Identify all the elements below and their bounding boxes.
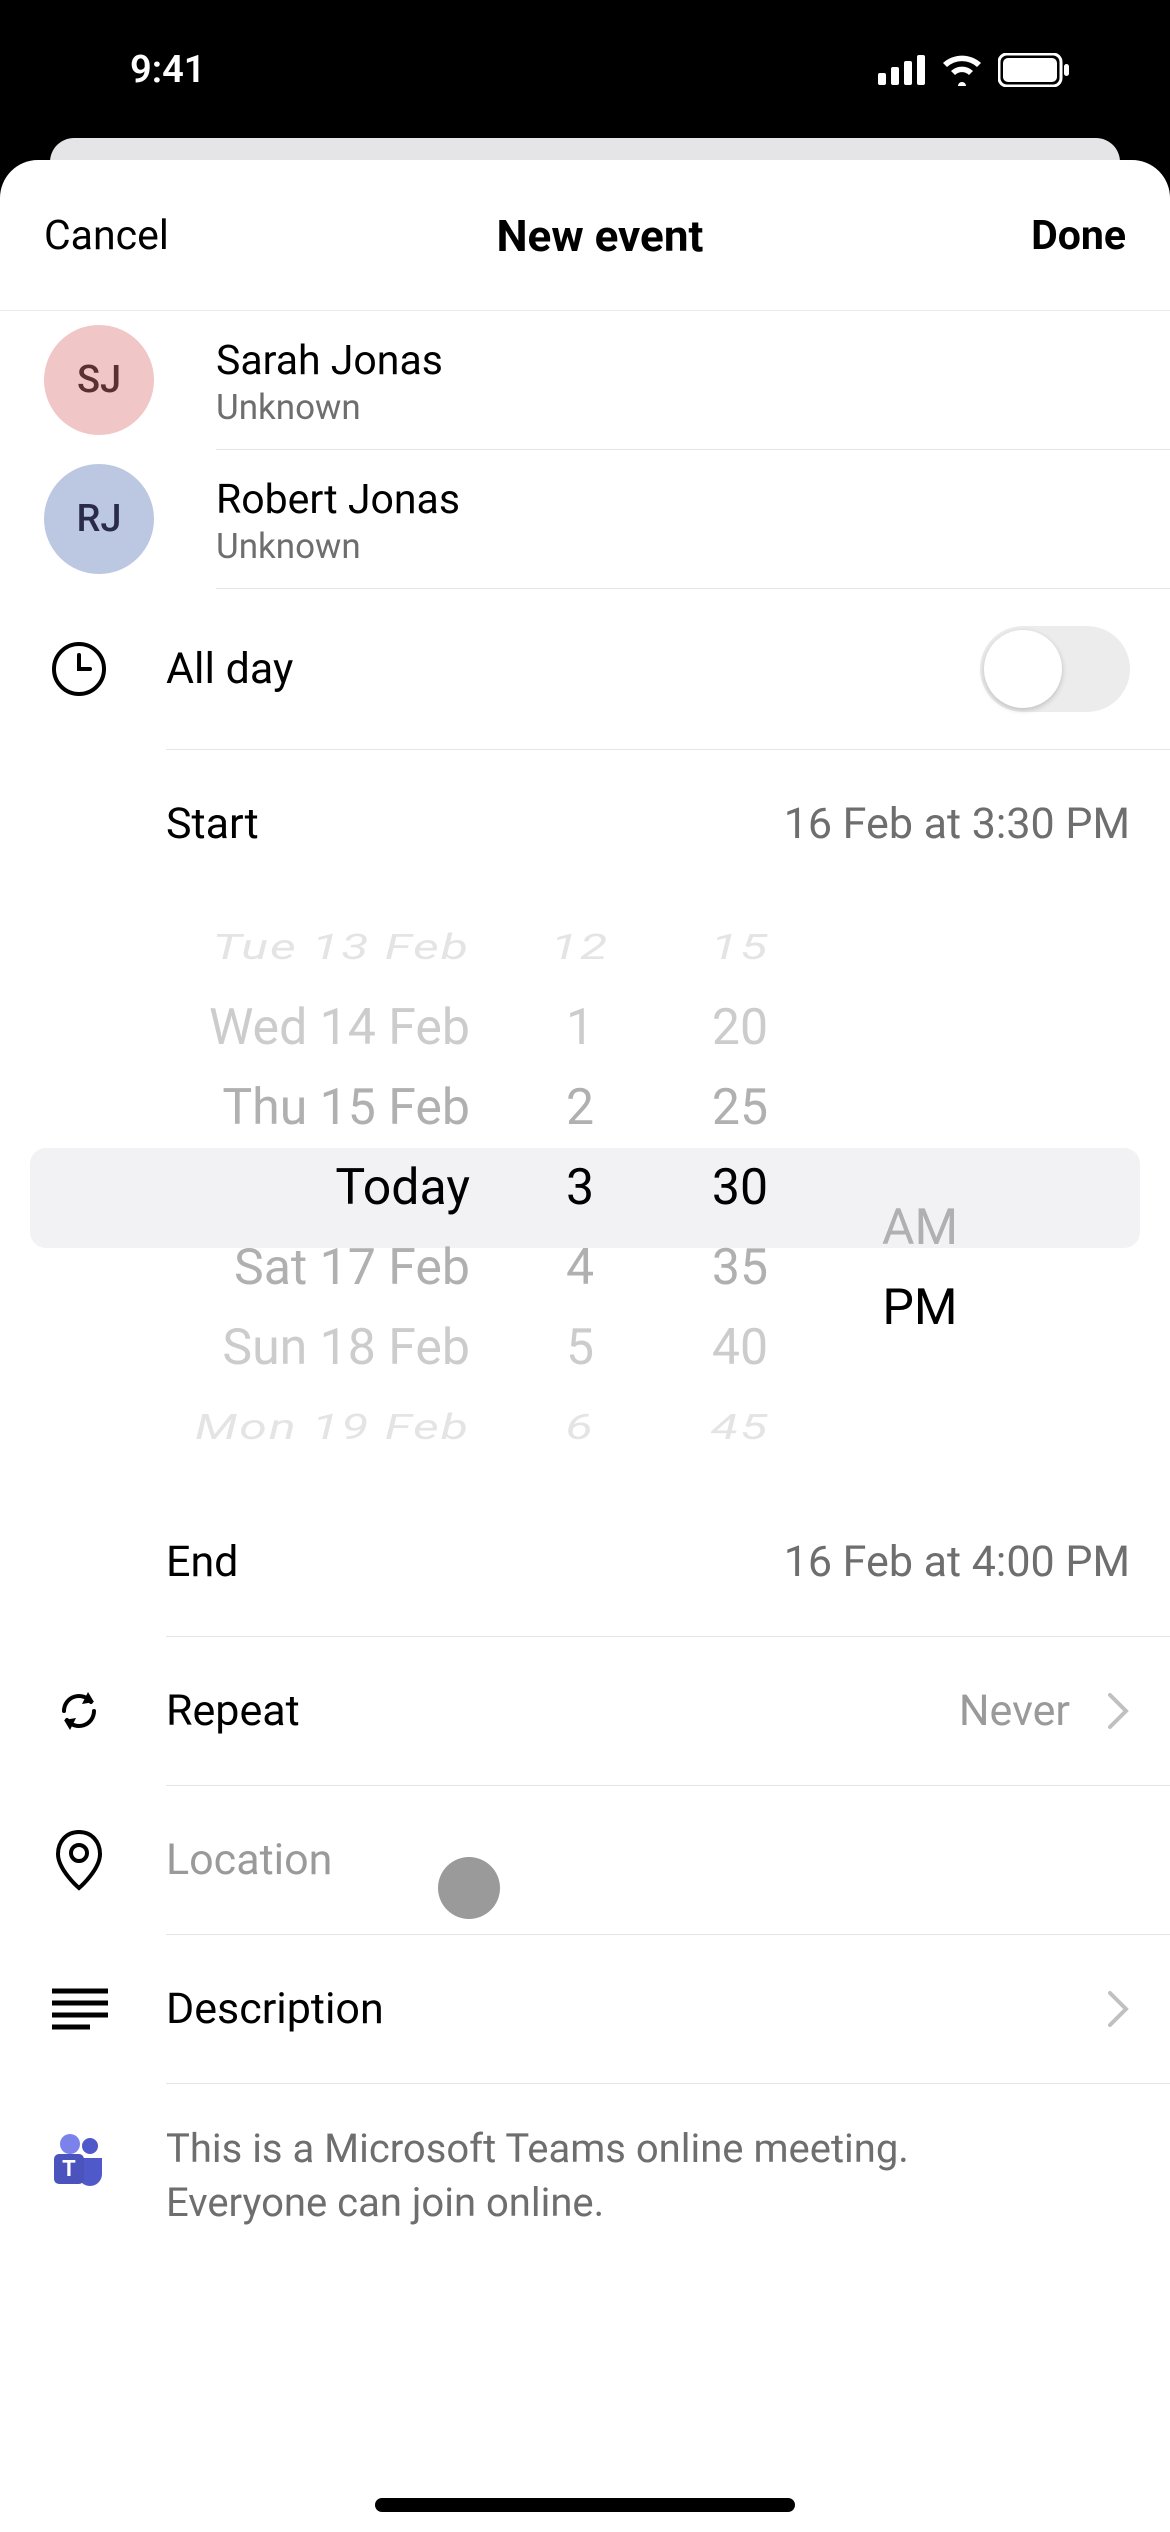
location-icon <box>50 1828 108 1892</box>
description-label: Description <box>166 1984 1088 2034</box>
attendee-name: Robert Jonas <box>216 476 460 524</box>
status-bar: 9:41 <box>0 0 1170 140</box>
datetime-picker[interactable]: Tue 13 Feb Wed 14 Feb Thu 15 Feb Today S… <box>0 908 1170 1468</box>
form-content: SJ Sarah Jonas Unknown RJ Robert Jonas U… <box>0 311 1170 2268</box>
repeat-label: Repeat <box>166 1686 959 1736</box>
home-indicator[interactable] <box>375 2498 795 2512</box>
minute-wheel[interactable]: 15 20 25 30 35 40 45 <box>650 908 830 1468</box>
svg-text:T: T <box>62 2157 76 2182</box>
start-row[interactable]: Start 16 Feb at 3:30 PM <box>0 750 1170 898</box>
end-label: End <box>166 1537 784 1587</box>
hour-wheel[interactable]: 12 1 2 3 4 5 6 <box>510 908 650 1468</box>
start-value: 16 Feb at 3:30 PM <box>784 799 1130 849</box>
attendee-name: Sarah Jonas <box>216 337 443 385</box>
repeat-value: Never <box>959 1686 1070 1736</box>
date-wheel[interactable]: Tue 13 Feb Wed 14 Feb Thu 15 Feb Today S… <box>30 908 510 1468</box>
cellular-icon <box>878 55 926 85</box>
attendee-row[interactable]: RJ Robert Jonas Unknown <box>0 450 1170 588</box>
done-button[interactable]: Done <box>1031 212 1126 260</box>
attendee-status: Unknown <box>216 387 443 428</box>
end-row[interactable]: End 16 Feb at 4:00 PM <box>0 1488 1170 1636</box>
all-day-row: All day <box>0 589 1170 749</box>
chevron-right-icon <box>1106 1989 1130 2029</box>
cancel-button[interactable]: Cancel <box>44 212 169 260</box>
avatar: SJ <box>44 325 154 435</box>
location-placeholder: Location <box>166 1835 1130 1885</box>
repeat-icon <box>50 1682 108 1740</box>
wifi-icon <box>940 54 984 86</box>
description-icon <box>50 1987 110 2031</box>
teams-icon: T <box>50 2132 108 2190</box>
attendee-row[interactable]: SJ Sarah Jonas Unknown <box>0 311 1170 449</box>
modal-title: New event <box>497 210 704 262</box>
start-label: Start <box>166 799 784 849</box>
teams-meeting-text: This is a Microsoft Teams online meeting… <box>166 2122 909 2230</box>
modal-header: Cancel New event Done <box>0 160 1170 311</box>
location-row[interactable]: Location <box>0 1786 1170 1934</box>
repeat-row[interactable]: Repeat Never <box>0 1637 1170 1785</box>
avatar: RJ <box>44 464 154 574</box>
touch-indicator <box>438 1857 500 1919</box>
all-day-toggle[interactable] <box>980 626 1130 712</box>
end-value: 16 Feb at 4:00 PM <box>784 1537 1130 1587</box>
description-row[interactable]: Description <box>0 1935 1170 2083</box>
battery-icon <box>998 53 1070 87</box>
all-day-label: All day <box>166 644 980 694</box>
ampm-wheel[interactable]: AM PM <box>830 908 1010 1468</box>
attendee-status: Unknown <box>216 526 460 567</box>
chevron-right-icon <box>1106 1691 1130 1731</box>
teams-meeting-row[interactable]: T This is a Microsoft Teams online meeti… <box>0 2084 1170 2268</box>
status-icons <box>878 53 1070 87</box>
clock-icon <box>50 640 108 698</box>
new-event-sheet: Cancel New event Done SJ Sarah Jonas Unk… <box>0 160 1170 2532</box>
status-time: 9:41 <box>130 48 205 92</box>
